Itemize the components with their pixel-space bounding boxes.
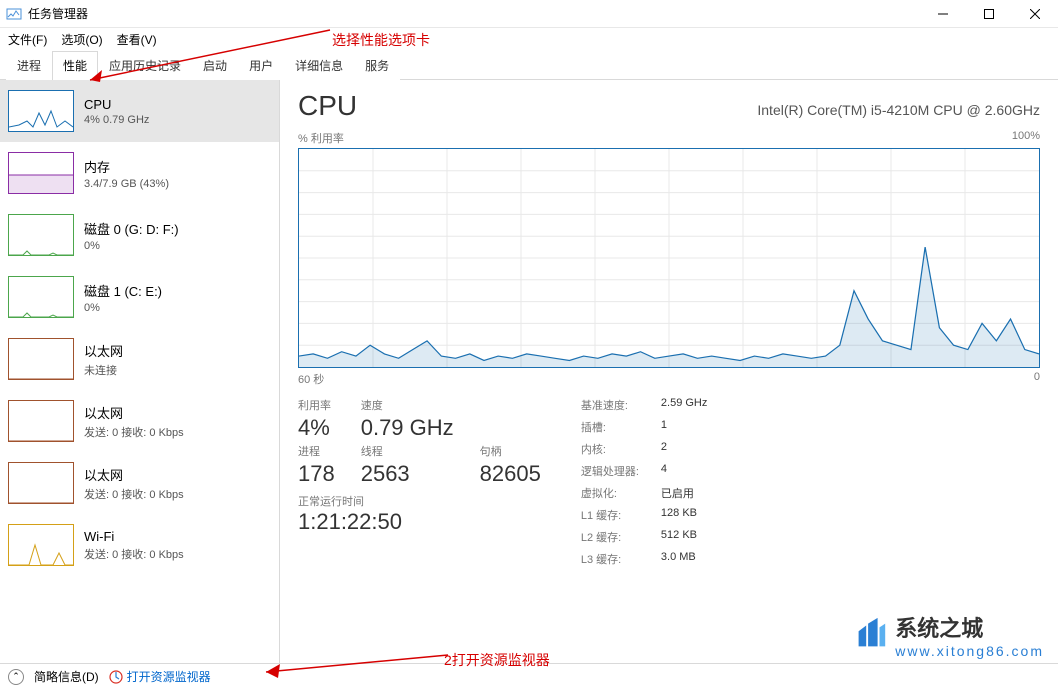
sidebar-item-cpu-0[interactable]: CPU 4% 0.79 GHz [0, 80, 279, 142]
label-processes: 进程 [298, 443, 335, 459]
cpu-model: Intel(R) Core(TM) i5-4210M CPU @ 2.60GHz [757, 102, 1040, 118]
window-controls [920, 0, 1058, 28]
cpu-chart[interactable] [298, 148, 1040, 368]
sidebar-item-disk-3[interactable]: 磁盘 1 (C: E:) 0% [0, 266, 279, 328]
sidebar-item-sub: 3.4/7.9 GB (43%) [84, 178, 169, 190]
menu-view[interactable]: 查看(V) [117, 31, 157, 48]
sidebar-item-name: 以太网 [84, 465, 184, 484]
sidebar-item-sub: 0% [84, 302, 162, 314]
stat-value-7: 3.0 MB [661, 551, 707, 567]
stat-label-6: L2 缓存: [581, 529, 639, 545]
menu-file[interactable]: 文件(F) [8, 31, 47, 48]
window-title: 任务管理器 [28, 5, 920, 22]
stat-value-6: 512 KB [661, 529, 707, 545]
stat-value-0: 2.59 GHz [661, 397, 707, 413]
footer: ⌃ 简略信息(D) 打开资源监视器 [0, 663, 1058, 689]
thumb-icon [8, 524, 74, 566]
sidebar-item-name: 磁盘 0 (G: D: F:) [84, 219, 179, 238]
sidebar-item-sub: 0% [84, 240, 179, 252]
label-utilization: 利用率 [298, 397, 335, 413]
sidebar-item-sub: 发送: 0 接收: 0 Kbps [84, 486, 184, 502]
sidebar-item-sub: 发送: 0 接收: 0 Kbps [84, 546, 184, 562]
thumb-icon [8, 276, 74, 318]
tab-3[interactable]: 启动 [192, 51, 238, 80]
value-handles: 82605 [480, 461, 541, 487]
label-handles: 句柄 [480, 443, 541, 459]
label-uptime: 正常运行时间 [298, 493, 541, 509]
thumb-icon [8, 462, 74, 504]
sidebar: CPU 4% 0.79 GHz 内存 3.4/7.9 GB (43%) 磁盘 0 (G:… [0, 80, 280, 666]
label-speed: 速度 [361, 397, 454, 413]
chart-label-topright: 100% [1012, 130, 1040, 146]
value-threads: 2563 [361, 461, 454, 487]
chart-label-bottomleft: 60 秒 [298, 371, 324, 387]
sidebar-item-name: 以太网 [84, 341, 123, 360]
sidebar-item-disk-2[interactable]: 磁盘 0 (G: D: F:) 0% [0, 204, 279, 266]
sidebar-item-name: CPU [84, 97, 149, 112]
chart-label-topleft: % 利用率 [298, 130, 344, 146]
sidebar-item-sub: 发送: 0 接收: 0 Kbps [84, 424, 184, 440]
menubar: 文件(F) 选项(O) 查看(V) [0, 28, 1058, 50]
sidebar-item-eth-4[interactable]: 以太网未连接 [0, 328, 279, 390]
detail-panel: CPU Intel(R) Core(TM) i5-4210M CPU @ 2.6… [280, 80, 1058, 666]
resmon-icon [109, 670, 123, 684]
value-uptime: 1:21:22:50 [298, 509, 541, 535]
sidebar-item-eth-6[interactable]: 以太网发送: 0 接收: 0 Kbps [0, 452, 279, 514]
sidebar-item-name: Wi-Fi [84, 529, 184, 544]
stat-value-5: 128 KB [661, 507, 707, 523]
stat-value-4: 已启用 [661, 485, 707, 501]
maximize-button[interactable] [966, 0, 1012, 28]
stat-value-3: 4 [661, 463, 707, 479]
app-icon [6, 6, 22, 22]
stat-label-1: 插槽: [581, 419, 639, 435]
sidebar-item-name: 磁盘 1 (C: E:) [84, 281, 162, 300]
sidebar-item-mem-1[interactable]: 内存 3.4/7.9 GB (43%) [0, 142, 279, 204]
sidebar-item-sub: 4% 0.79 GHz [84, 114, 149, 126]
value-processes: 178 [298, 461, 335, 487]
minimize-button[interactable] [920, 0, 966, 28]
stat-value-1: 1 [661, 419, 707, 435]
tab-bar: 进程性能应用历史记录启动用户详细信息服务 [0, 50, 1058, 80]
stat-label-2: 内核: [581, 441, 639, 457]
tab-4[interactable]: 用户 [238, 51, 284, 80]
expand-icon[interactable]: ⌃ [8, 669, 24, 685]
thumb-icon [8, 214, 74, 256]
close-button[interactable] [1012, 0, 1058, 28]
sidebar-item-name: 以太网 [84, 403, 184, 422]
tab-2[interactable]: 应用历史记录 [98, 51, 192, 80]
thumb-icon [8, 90, 74, 132]
sidebar-item-sub: 未连接 [84, 362, 123, 378]
tab-0[interactable]: 进程 [6, 51, 52, 80]
value-speed: 0.79 GHz [361, 415, 454, 441]
detail-title: CPU [298, 90, 357, 122]
stat-label-5: L1 缓存: [581, 507, 639, 523]
stat-label-0: 基准速度: [581, 397, 639, 413]
stat-label-7: L3 缓存: [581, 551, 639, 567]
tab-5[interactable]: 详细信息 [284, 51, 354, 80]
stat-value-2: 2 [661, 441, 707, 457]
titlebar: 任务管理器 [0, 0, 1058, 28]
stat-label-4: 虚拟化: [581, 485, 639, 501]
brief-info-link[interactable]: 简略信息(D) [34, 668, 99, 685]
tab-6[interactable]: 服务 [354, 51, 400, 80]
sidebar-item-name: 内存 [84, 157, 169, 176]
open-resmon-link[interactable]: 打开资源监视器 [109, 668, 211, 685]
sidebar-item-eth-5[interactable]: 以太网发送: 0 接收: 0 Kbps [0, 390, 279, 452]
body: CPU 4% 0.79 GHz 内存 3.4/7.9 GB (43%) 磁盘 0 (G:… [0, 80, 1058, 666]
chart-label-bottomright: 0 [1034, 371, 1040, 387]
label-threads: 线程 [361, 443, 454, 459]
menu-options[interactable]: 选项(O) [61, 31, 102, 48]
thumb-icon [8, 338, 74, 380]
value-utilization: 4% [298, 415, 335, 441]
sidebar-item-wifi-7[interactable]: Wi-Fi 发送: 0 接收: 0 Kbps [0, 514, 279, 576]
stat-label-3: 逻辑处理器: [581, 463, 639, 479]
thumb-icon [8, 152, 74, 194]
tab-1[interactable]: 性能 [52, 51, 98, 80]
thumb-icon [8, 400, 74, 442]
